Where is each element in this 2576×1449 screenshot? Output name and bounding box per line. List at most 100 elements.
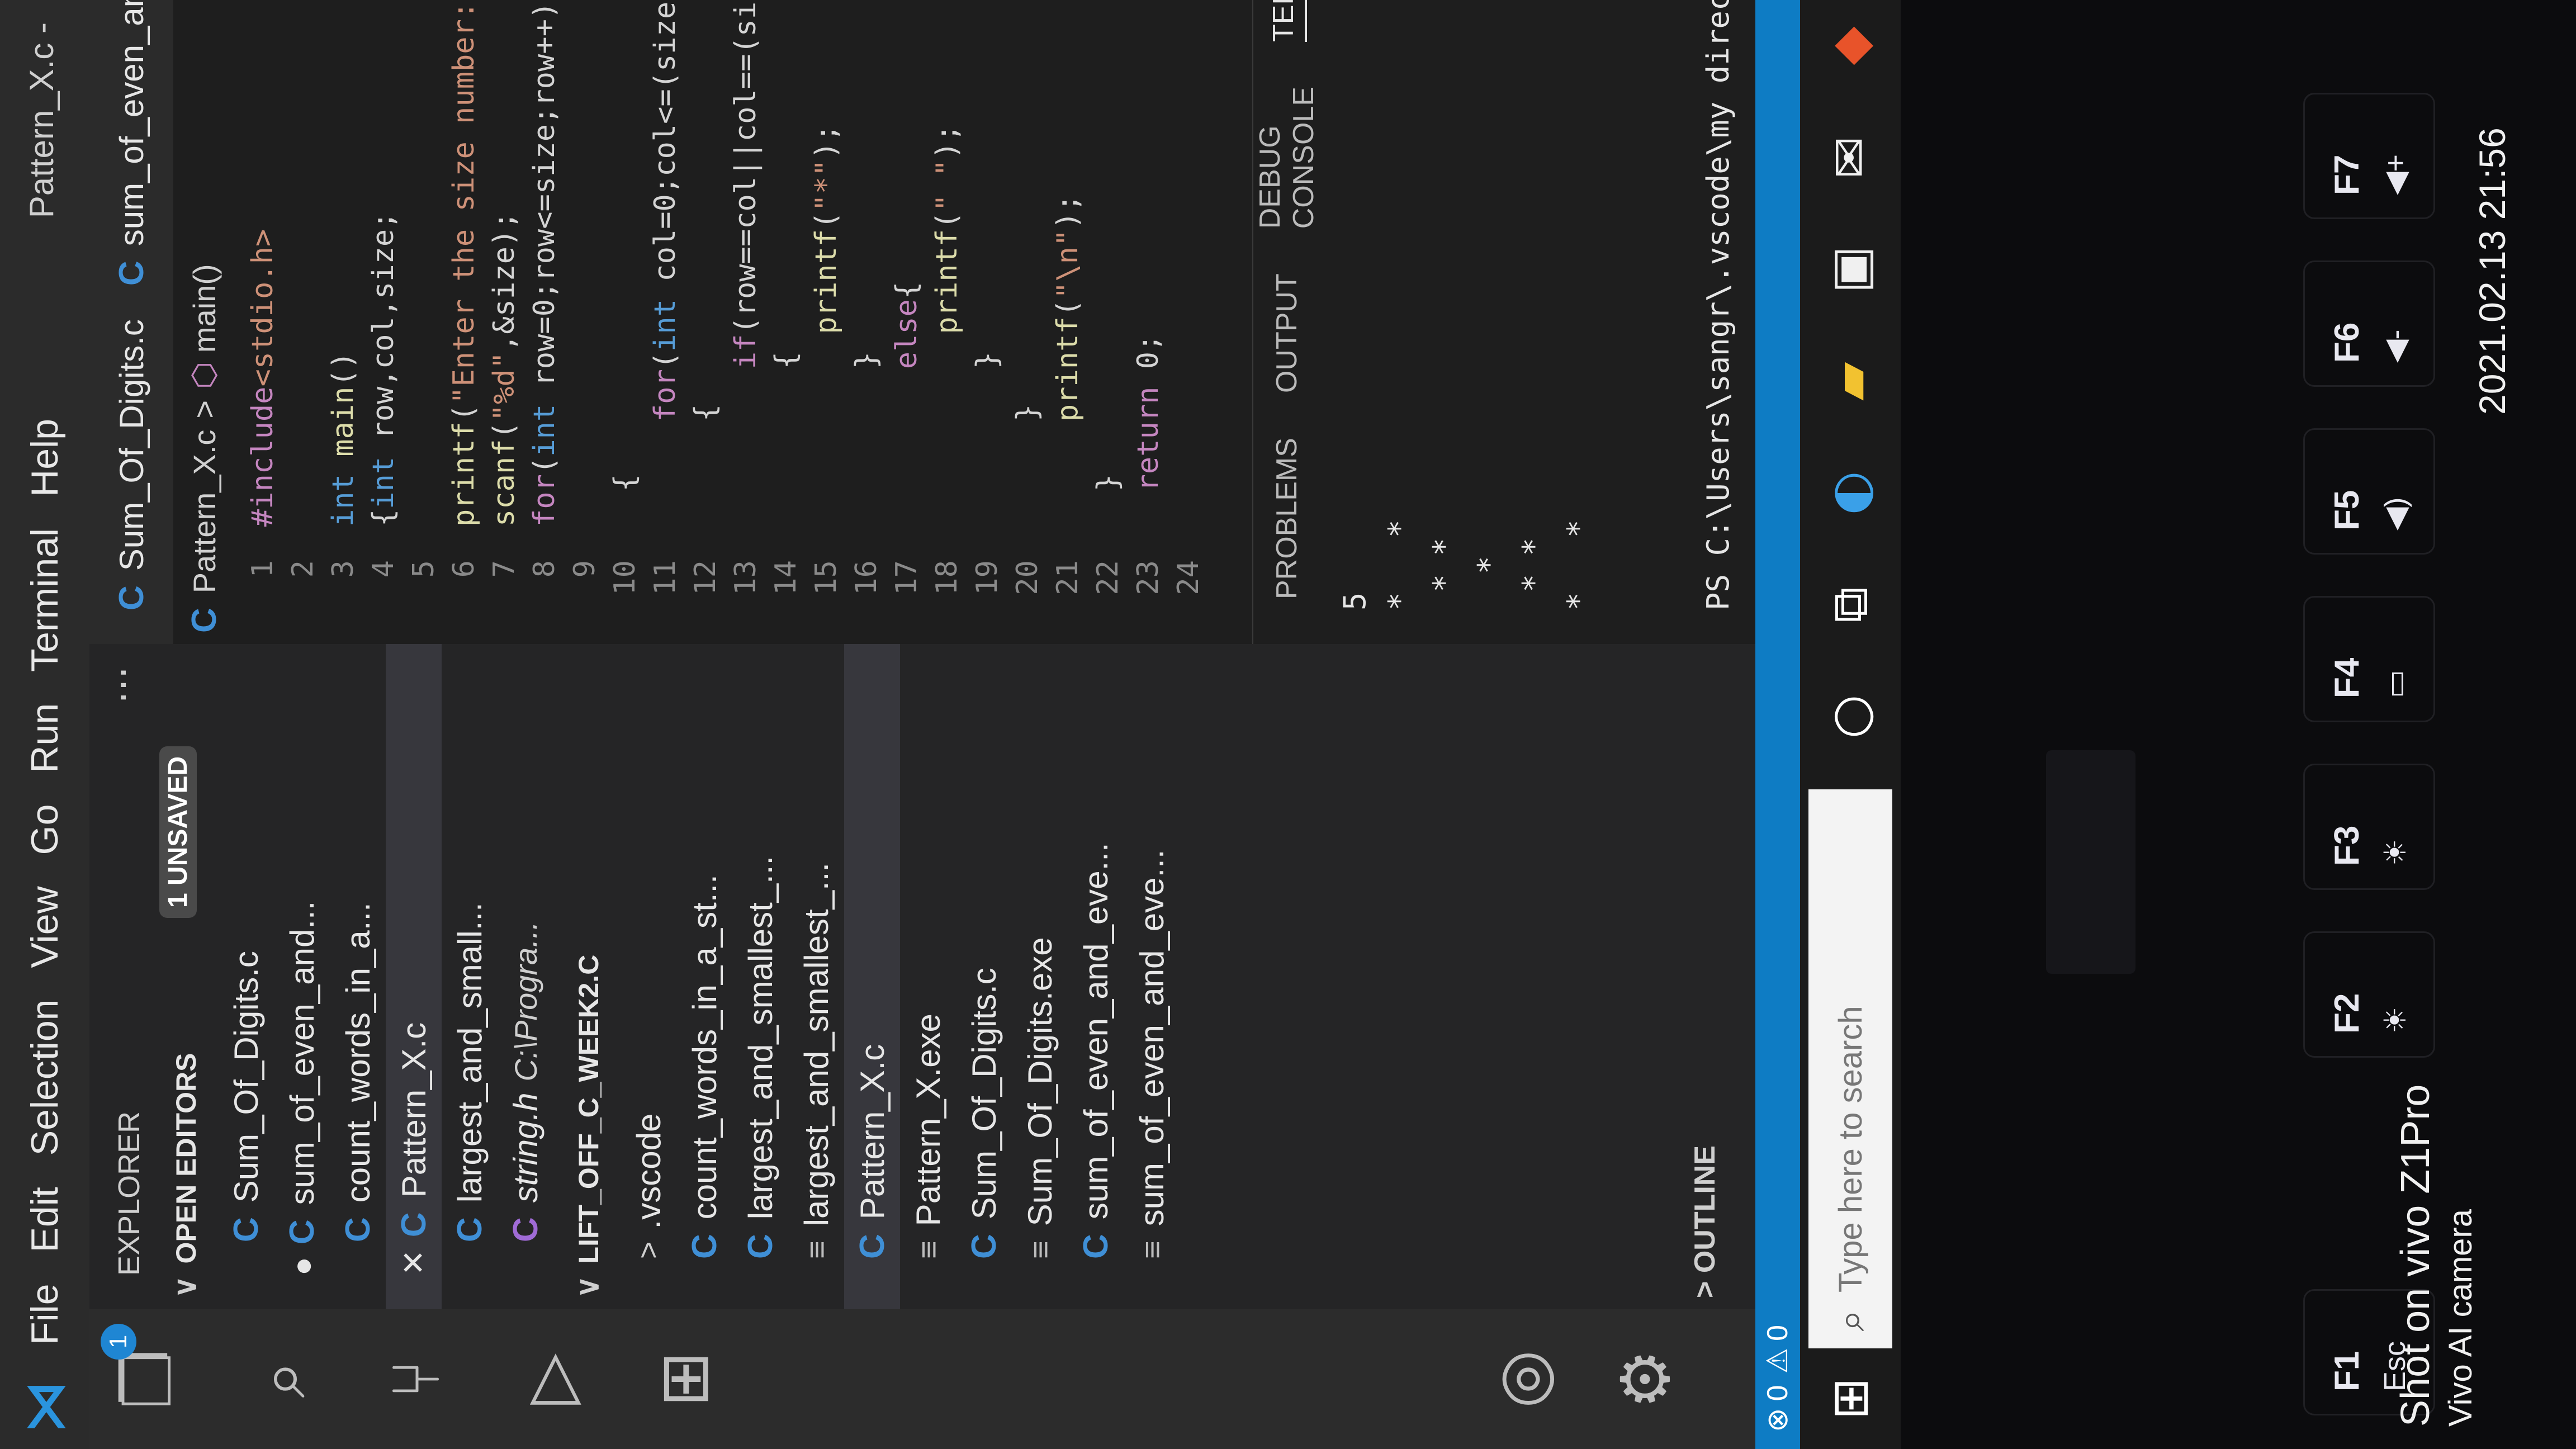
code-line[interactable]: 1 #include<stdio.h> — [240, 229, 285, 644]
vscode-logo-icon: ⋊ — [13, 1380, 76, 1434]
menu-view[interactable]: View — [23, 886, 67, 968]
code-line[interactable]: 5 — [401, 527, 446, 644]
cube-symbol-icon: ⬡ — [186, 362, 221, 389]
outline-label: OUTLINE — [1689, 1145, 1721, 1273]
code-line[interactable]: 3 int main() — [321, 352, 366, 644]
code-text: else{ — [890, 281, 924, 370]
search-icon[interactable]: ⌕ — [235, 1332, 330, 1427]
edge-browser-icon[interactable]: ◐ — [1811, 454, 1890, 532]
code-line[interactable]: 20 } — [1005, 404, 1050, 644]
file-item[interactable]: ≡ Sum_Of_Digits.exe — [1012, 594, 1068, 1309]
mail-icon[interactable]: ✉ — [1811, 119, 1890, 197]
breadcrumb-symbol[interactable]: main() — [186, 264, 222, 353]
photo-timestamp: 2021.02.13 21:56 — [2471, 127, 2513, 415]
taskbar-search-box[interactable]: ⌕ Type here to search — [1808, 789, 1892, 1348]
tab-output[interactable]: OUTPUT — [1270, 273, 1304, 393]
laptop-screen: ⋊ File Edit Selection View Go Run Termin… — [0, 0, 1901, 1449]
rotated-photo-stage: ⋊ File Edit Selection View Go Run Termin… — [0, 0, 2576, 1449]
windows-start-icon[interactable]: ⊞ — [1817, 1365, 1884, 1432]
warning-count[interactable]: 0 — [1761, 1325, 1794, 1341]
warning-icon[interactable]: ⚠ — [1761, 1348, 1794, 1374]
code-line[interactable]: 12 { — [683, 404, 728, 644]
code-line[interactable]: 19 } — [965, 352, 1010, 644]
code-text: printf("*"); — [809, 124, 843, 334]
more-actions-icon[interactable]: ··· — [101, 666, 146, 704]
outline-section[interactable]: > OUTLINE — [1688, 1145, 1722, 1298]
tab-problems[interactable]: PROBLEMS — [1270, 438, 1304, 599]
tab-terminal[interactable]: TERMINAL — [1267, 0, 1307, 42]
open-editor-item[interactable]: Cstring.h C:\Progra... — [498, 577, 553, 1309]
code-line[interactable]: 24 — [1166, 527, 1211, 644]
error-icon[interactable]: ⊗ — [1761, 1408, 1794, 1432]
code-line[interactable]: 17 else{ — [884, 282, 929, 644]
open-editor-item-active[interactable]: ✕ C Pattern_X.c — [386, 610, 442, 1309]
open-editor-item[interactable]: Ccount_words_in_a... — [330, 577, 386, 1309]
code-text: { — [769, 351, 803, 370]
code-line[interactable]: 8 for(int row=0;row<=size;row++) — [522, 2, 567, 644]
extensions-icon[interactable]: ⊞ — [637, 1332, 732, 1427]
code-line[interactable]: 22 } — [1086, 474, 1130, 644]
code-line[interactable]: 2 — [281, 527, 325, 644]
file-item[interactable]: Clargest_and_smallest_... — [732, 594, 788, 1309]
code-line[interactable]: 14 { — [764, 352, 808, 644]
code-line[interactable]: 18 printf(" "); — [925, 124, 969, 644]
code-line[interactable]: 16 } — [844, 352, 889, 644]
file-item[interactable]: Ccount_words_in_a_st... — [676, 594, 732, 1309]
key-sub-label: ☀ — [2379, 839, 2412, 866]
open-editor-item[interactable]: Clargest_and_small... — [442, 577, 498, 1309]
code-line[interactable]: 6 printf("Enter the size number:\n"); — [442, 0, 486, 644]
menu-run[interactable]: Run — [23, 703, 67, 773]
tab-debug-console[interactable]: DEBUG CONSOLE — [1253, 87, 1320, 229]
menu-edit[interactable]: Edit — [23, 1187, 67, 1252]
camera-watermark: Shot on vivo Z1Pro Vivo AI camera — [2393, 1085, 2479, 1427]
breadcrumb-file[interactable]: Pattern_X.c — [186, 430, 222, 594]
file-item[interactable]: ≡ sum_of_even_and_eve... — [1124, 594, 1180, 1309]
terminal-output[interactable]: 5 * * * * * * * * * — [1337, 519, 1606, 610]
chevron-down-icon: ∨ — [571, 1276, 605, 1298]
open-editors-header[interactable]: ∨ OPEN EDITORS — [168, 1053, 203, 1298]
menu-selection[interactable]: Selection — [23, 999, 67, 1156]
office-app-icon[interactable]: ◆ — [1811, 7, 1890, 85]
menu-terminal[interactable]: Terminal — [23, 528, 67, 672]
settings-gear-icon[interactable]: ⚙ — [1599, 1332, 1694, 1427]
code-line[interactable]: 10 { — [603, 474, 647, 644]
open-editor-item[interactable]: C Sum_Of_Digits.c — [218, 577, 274, 1309]
open-editor-item[interactable]: ● Csum_of_even_and... — [274, 610, 330, 1309]
cortana-icon[interactable]: ○ — [1811, 678, 1890, 756]
store-icon[interactable]: ▣ — [1811, 230, 1890, 309]
breadcrumb-separator: > — [186, 400, 222, 419]
menu-go[interactable]: Go — [23, 804, 67, 855]
editor-tab[interactable]: Csum_of_even_and_even_posi — [112, 0, 151, 286]
code-line[interactable]: 15 printf("*"); — [804, 124, 849, 644]
account-icon[interactable]: ◎ — [1476, 1332, 1571, 1427]
file-item[interactable]: C Sum_Of_Digits.c — [956, 594, 1012, 1309]
menu-file[interactable]: File — [23, 1284, 67, 1345]
code-line[interactable]: 13 if(row==col||col==(size-row-1))//log — [723, 0, 768, 644]
terminal-prompt[interactable]: PS C:\Users\sangr\.vscode\my directory\L… — [1701, 0, 1736, 610]
code-editor[interactable]: 1 #include<stdio.h> 2 3 int main() 4 {int row,… — [235, 0, 1241, 644]
file-item-selected[interactable]: C Pattern_X.c — [844, 594, 900, 1309]
error-count[interactable]: 0 — [1761, 1385, 1794, 1401]
folder-item[interactable]: > .vscode — [621, 594, 676, 1309]
source-control-icon[interactable]: ⑂ — [369, 1332, 464, 1427]
close-icon[interactable]: ✕ — [395, 1249, 432, 1276]
file-item[interactable]: ≡ largest_and_smallest_... — [788, 594, 844, 1309]
code-line[interactable]: 9 — [562, 527, 607, 644]
exe-file-icon: ≡ — [798, 1240, 834, 1259]
run-debug-icon[interactable]: ▷ — [503, 1332, 598, 1427]
code-line[interactable]: 23 return 0; — [1126, 334, 1171, 644]
line-number: 3 — [326, 560, 360, 578]
file-item[interactable]: ≡ Pattern_X.exe — [900, 594, 956, 1309]
line-number: 14 — [769, 560, 803, 595]
file-item[interactable]: Csum_of_even_and_eve... — [1068, 594, 1124, 1309]
editor-tab[interactable]: C Sum_Of_Digits.c — [112, 319, 151, 610]
key-f6: F6 ◀- — [2303, 261, 2435, 387]
folder-header[interactable]: ∨ LIFT_OFF_C_WEEK2.C — [570, 955, 605, 1298]
code-line[interactable]: 21 printf("\n"); — [1045, 194, 1090, 644]
menu-help[interactable]: Help — [23, 419, 67, 497]
code-line[interactable]: 4 {int row,col,size; — [361, 211, 406, 644]
code-line[interactable]: 7 scanf("%d",&size); — [482, 211, 527, 644]
code-line[interactable]: 11 for(int col=0;col<=(size-1);col++) — [643, 0, 688, 644]
file-explorer-icon[interactable]: ▰ — [1811, 342, 1890, 420]
task-view-icon[interactable]: ⧉ — [1811, 566, 1890, 644]
